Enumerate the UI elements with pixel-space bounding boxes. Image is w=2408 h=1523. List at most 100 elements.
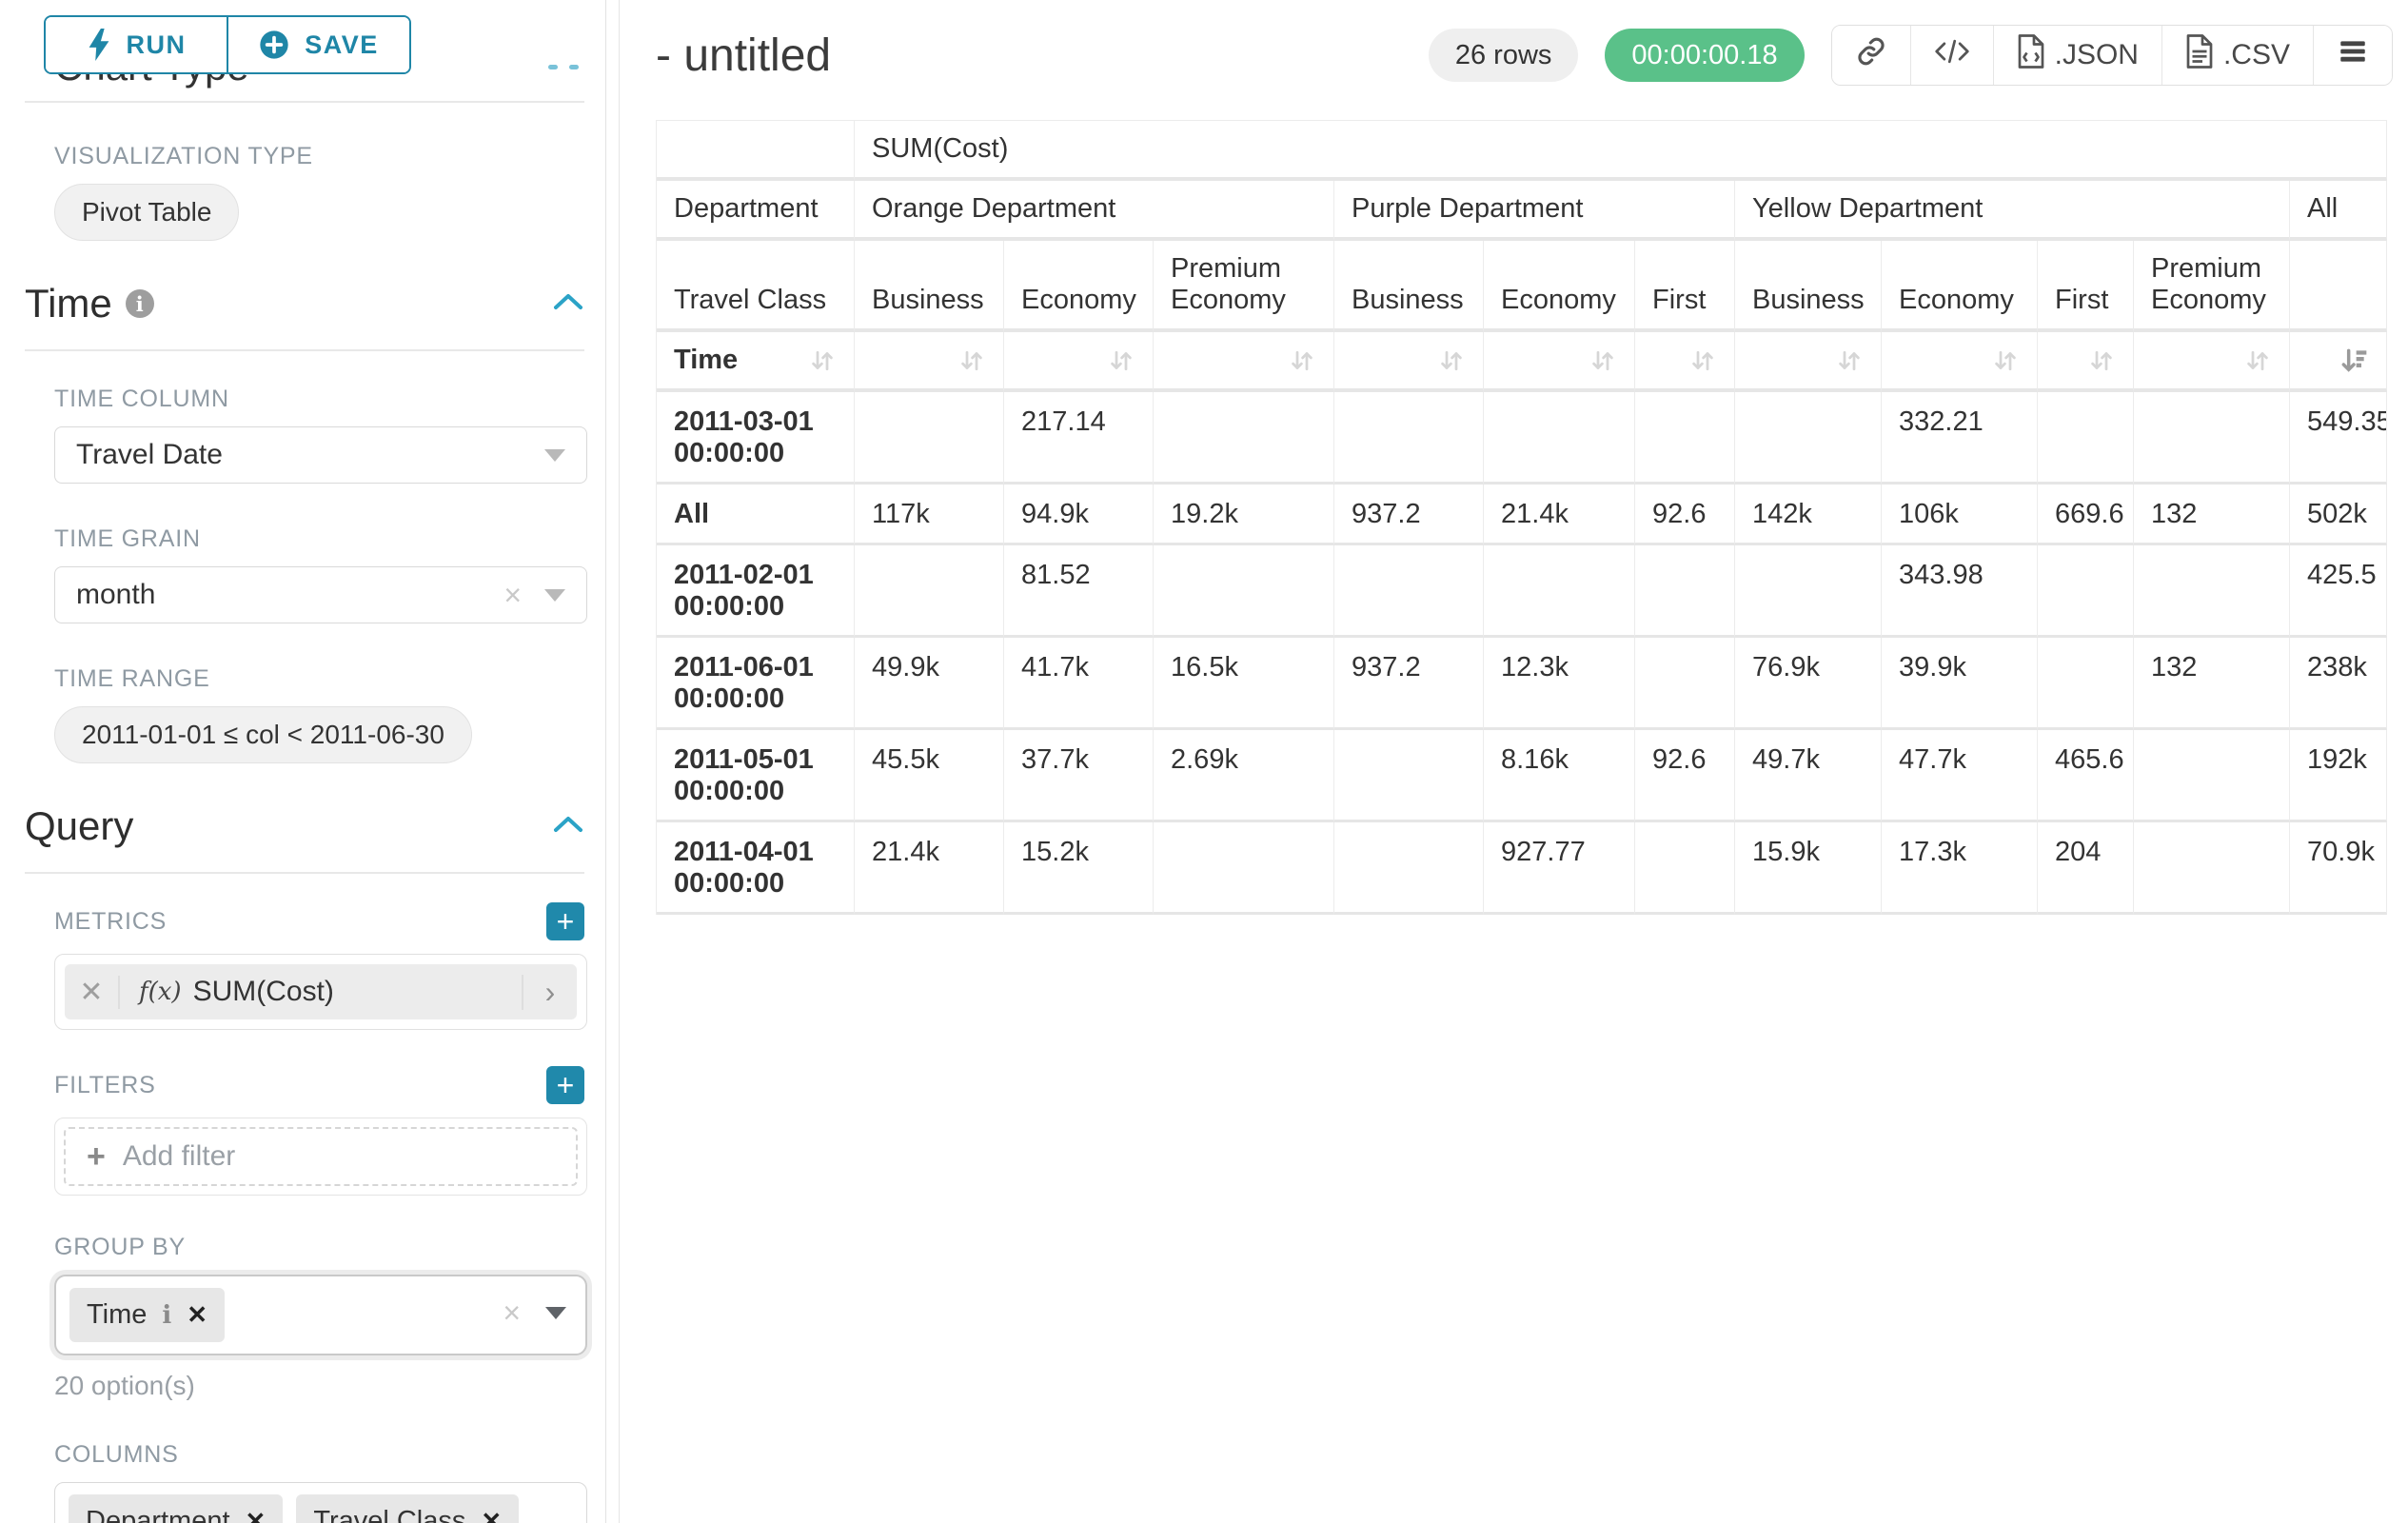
- columns-tag[interactable]: Department ✕: [69, 1494, 283, 1523]
- time-section-title: Time: [25, 281, 112, 326]
- clear-icon[interactable]: ×: [503, 580, 522, 610]
- sort-toggle-icon[interactable]: [808, 346, 837, 375]
- share-link-button[interactable]: [1832, 26, 1910, 85]
- sort-desc-active-icon[interactable]: [2339, 346, 2369, 376]
- pivot-value-cell: 49.7k: [1735, 730, 1882, 822]
- sort-toggle-icon[interactable]: [1589, 346, 1617, 375]
- add-filter-button[interactable]: + Add filter: [64, 1127, 578, 1186]
- sort-toggle-icon[interactable]: [2243, 346, 2272, 375]
- chevron-up-icon[interactable]: [552, 814, 584, 840]
- sort-toggle-icon[interactable]: [2087, 346, 2116, 375]
- pivot-value-cell: 132: [2134, 485, 2290, 545]
- run-save-button-group: RUN SAVE: [44, 15, 411, 74]
- sort-header-cell[interactable]: [1882, 332, 2038, 392]
- metric-pill[interactable]: ✕ f(x) SUM(Cost) ›: [65, 964, 577, 1019]
- pivot-travel-class-header: First: [2038, 241, 2134, 332]
- visualization-type-pill[interactable]: Pivot Table: [54, 184, 239, 241]
- sort-toggle-icon[interactable]: [1437, 346, 1466, 375]
- sort-header-cell[interactable]: [1735, 332, 1882, 392]
- code-icon: [1934, 37, 1970, 73]
- run-button[interactable]: RUN: [46, 17, 227, 72]
- pivot-value-cell: [1635, 392, 1735, 485]
- pivot-travel-class-header: Economy: [1882, 241, 2038, 332]
- sort-toggle-icon[interactable]: [1991, 346, 2020, 375]
- group-by-select[interactable]: Time i ✕ ×: [54, 1275, 587, 1355]
- chevron-down-icon[interactable]: [545, 1307, 566, 1319]
- pivot-value-cell: 45.5k: [855, 730, 1004, 822]
- sort-header-cell[interactable]: [1635, 332, 1735, 392]
- sort-header-cell[interactable]: Time: [657, 332, 855, 392]
- remove-metric-icon[interactable]: ✕: [65, 976, 120, 1009]
- tag-label: Time: [87, 1299, 147, 1331]
- pivot-value-cell: [1154, 822, 1334, 915]
- pivot-value-cell: [2134, 392, 2290, 485]
- pivot-value-cell: 15.9k: [1735, 822, 1882, 915]
- function-icon: f(x): [139, 978, 182, 1006]
- remove-tag-icon[interactable]: ✕: [246, 1507, 266, 1523]
- pivot-travel-class-header: Economy: [1004, 241, 1154, 332]
- export-json-button[interactable]: .JSON: [1993, 26, 2161, 85]
- sort-header-cell[interactable]: [2134, 332, 2290, 392]
- time-grain-value: month: [76, 579, 155, 611]
- pivot-row-label: 2011-03-01 00:00:00: [657, 392, 855, 485]
- time-column-select[interactable]: Travel Date: [54, 426, 587, 484]
- pivot-value-cell: [1334, 822, 1484, 915]
- pivot-value-cell: [1635, 545, 1735, 638]
- pivot-value-cell: 238k: [2290, 638, 2387, 730]
- chevron-down-icon[interactable]: [544, 589, 565, 602]
- sort-header-cell[interactable]: [1004, 332, 1154, 392]
- chevron-down-icon[interactable]: [544, 449, 565, 462]
- pivot-value-cell: 343.98: [1882, 545, 2038, 638]
- filters-control: + Add filter: [54, 1118, 587, 1196]
- sort-header-cell[interactable]: [1154, 332, 1334, 392]
- group-by-tag[interactable]: Time i ✕: [69, 1288, 225, 1342]
- columns-tag[interactable]: Travel Class ✕: [296, 1494, 519, 1523]
- time-grain-label: TIME GRAIN: [54, 525, 605, 553]
- sort-header-cell[interactable]: [855, 332, 1004, 392]
- pivot-value-cell: 81.52: [1004, 545, 1154, 638]
- pivot-value-cell: 332.21: [1882, 392, 2038, 485]
- save-button[interactable]: SAVE: [227, 17, 409, 72]
- add-metric-button[interactable]: +: [546, 902, 584, 940]
- pivot-value-cell: 21.4k: [1484, 485, 1635, 545]
- sort-toggle-icon[interactable]: [1835, 346, 1864, 375]
- sort-header-cell[interactable]: [1334, 332, 1484, 392]
- sort-toggle-icon[interactable]: [1107, 346, 1135, 375]
- time-grain-select[interactable]: month ×: [54, 566, 587, 623]
- time-section-header: Time i: [25, 281, 584, 326]
- time-range-pill[interactable]: 2011-01-01 ≤ col < 2011-06-30: [54, 706, 472, 763]
- sort-toggle-icon[interactable]: [1288, 346, 1316, 375]
- page-title[interactable]: - untitled: [656, 30, 831, 82]
- remove-tag-icon[interactable]: ✕: [187, 1300, 207, 1330]
- sort-header-cell[interactable]: [2290, 332, 2387, 392]
- sort-header-cell[interactable]: [2038, 332, 2134, 392]
- add-filter-plus-button[interactable]: +: [546, 1066, 584, 1104]
- plus-circle-icon: [259, 30, 289, 60]
- tag-label: Travel Class: [313, 1506, 465, 1523]
- tag-label: Department: [86, 1506, 230, 1523]
- pivot-value-cell: 465.6: [2038, 730, 2134, 822]
- pivot-value-cell: 15.2k: [1004, 822, 1154, 915]
- export-csv-label: .CSV: [2223, 39, 2290, 71]
- info-icon[interactable]: i: [126, 289, 154, 318]
- columns-select[interactable]: Department ✕ Travel Class ✕ ×: [54, 1482, 587, 1523]
- sort-toggle-icon[interactable]: [1688, 346, 1717, 375]
- pivot-value-cell: [2134, 545, 2290, 638]
- chevron-right-icon[interactable]: ›: [522, 975, 577, 1010]
- chevron-up-icon[interactable]: [552, 291, 584, 317]
- pivot-value-cell: [1154, 545, 1334, 638]
- sort-toggle-icon[interactable]: [957, 346, 986, 375]
- menu-button[interactable]: [2313, 26, 2392, 85]
- export-csv-button[interactable]: .CSV: [2161, 26, 2313, 85]
- pivot-value-cell: [2038, 545, 2134, 638]
- pivot-value-cell: [1334, 392, 1484, 485]
- query-section-title: Query: [25, 803, 133, 849]
- info-icon[interactable]: i: [162, 1301, 171, 1330]
- pivot-travel-class-header: First: [1635, 241, 1735, 332]
- clear-icon[interactable]: ×: [503, 1297, 521, 1328]
- pivot-value-cell: [855, 392, 1004, 485]
- remove-tag-icon[interactable]: ✕: [481, 1507, 502, 1523]
- view-query-button[interactable]: [1910, 26, 1993, 85]
- pivot-group-header: Orange Department: [855, 181, 1334, 241]
- sort-header-cell[interactable]: [1484, 332, 1635, 392]
